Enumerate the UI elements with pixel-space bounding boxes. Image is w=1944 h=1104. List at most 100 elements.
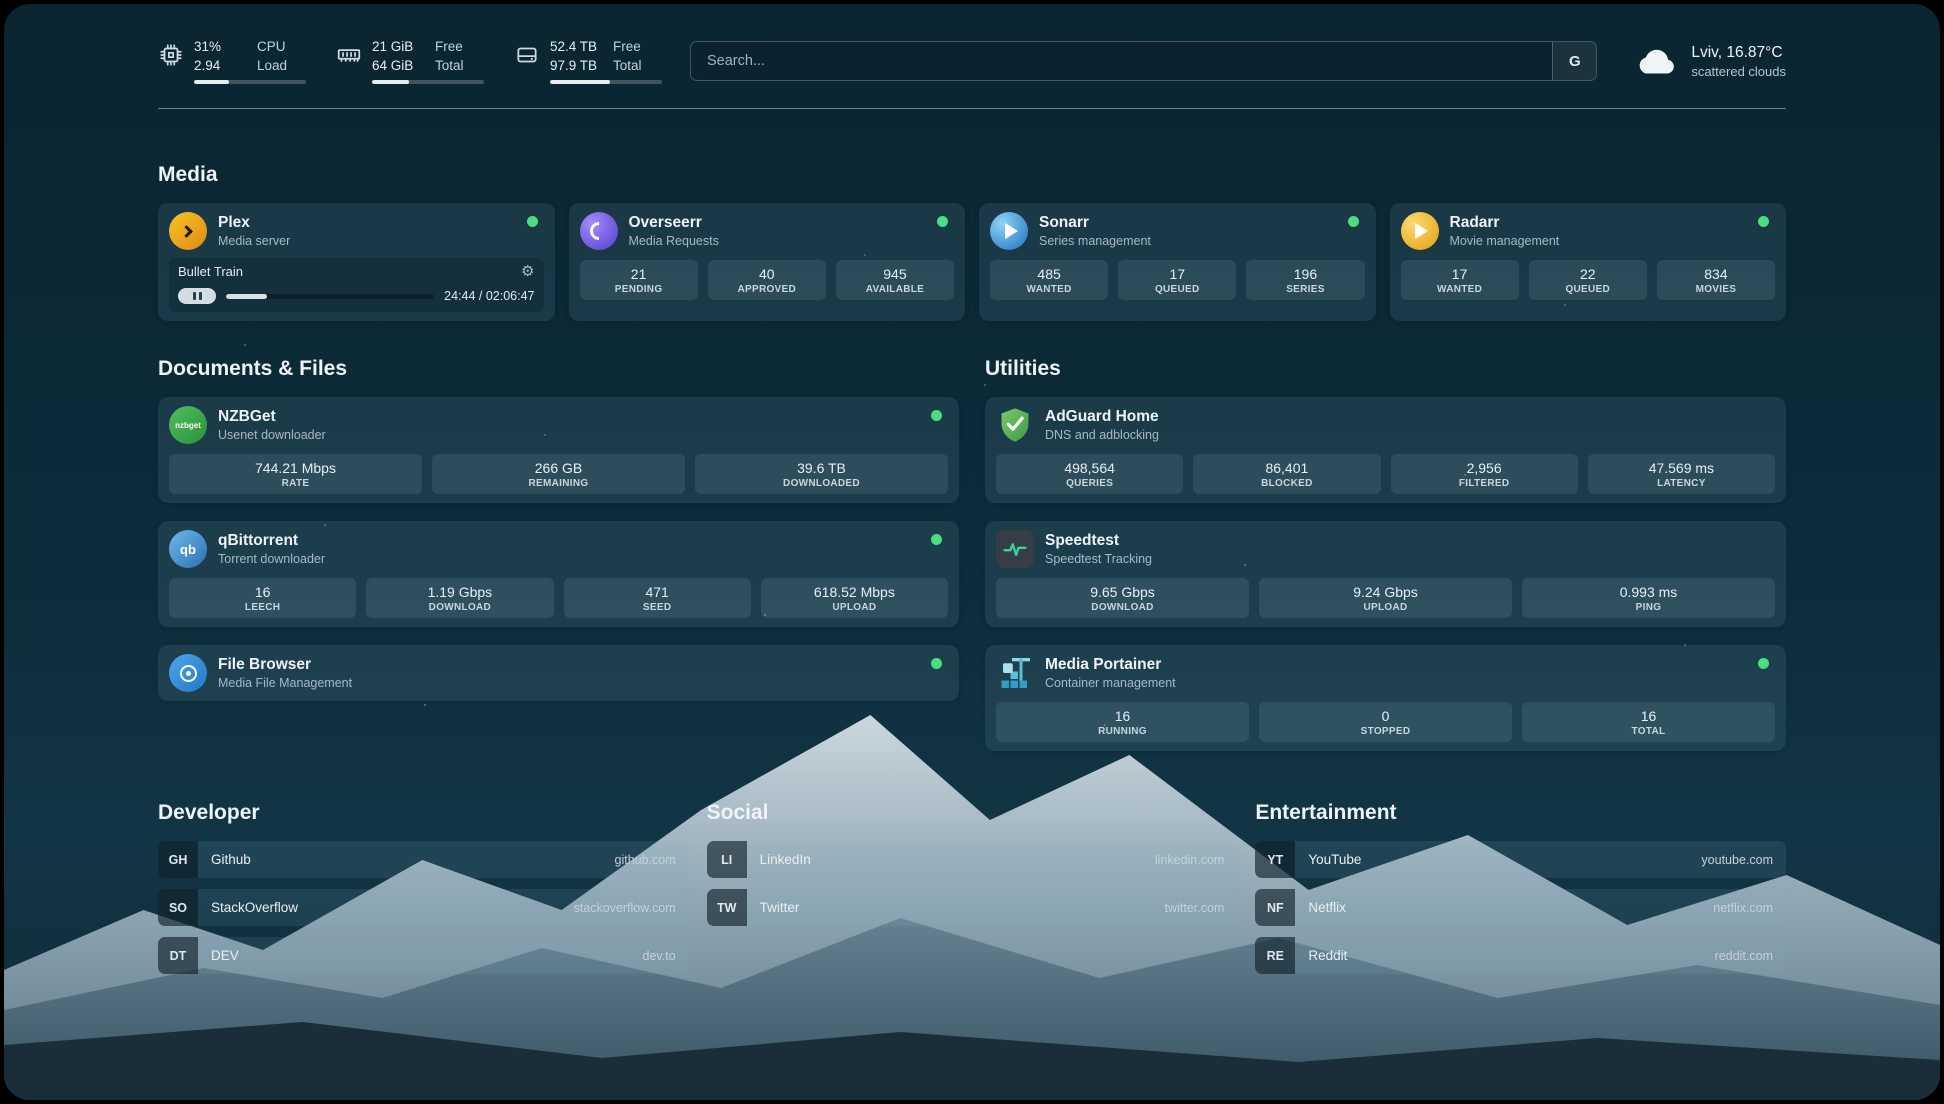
stat-download: 9.65 Gbps DOWNLOAD (996, 578, 1249, 618)
stat-seed: 471 SEED (564, 578, 751, 618)
cpu-progress-fill (194, 80, 229, 84)
service-description: Speedtest Tracking (1045, 551, 1775, 567)
stat-upload: 618.52 Mbps UPLOAD (761, 578, 948, 618)
disk-total-value: 97.9 TB (550, 57, 599, 75)
snow-specks (4, 4, 6, 6)
service-card-plex[interactable]: Plex Media server Bullet Train ⚙ (158, 203, 555, 321)
overseerr-icon (580, 212, 618, 250)
bookmark-github[interactable]: GH Github github.com (158, 841, 689, 878)
bookmark-name: YouTube (1308, 852, 1361, 867)
now-playing-title: Bullet Train (178, 264, 243, 279)
weather-location: Lviv, 16.87°C (1691, 44, 1786, 62)
plex-icon (169, 212, 207, 250)
section-title-entertainment: Entertainment (1255, 801, 1786, 825)
service-card-sonarr[interactable]: Sonarr Series management 485 WANTED 17 Q… (979, 203, 1376, 321)
bookmark-twitter[interactable]: TW Twitter twitter.com (707, 889, 1238, 926)
status-dot-online (931, 658, 942, 669)
section-title-documents: Documents & Files (158, 357, 959, 381)
bookmark-abbr: NF (1255, 889, 1295, 926)
search-input[interactable] (690, 41, 1597, 81)
service-card-filebrowser[interactable]: File Browser Media File Management (158, 645, 959, 701)
bookmark-name: StackOverflow (211, 900, 298, 915)
media-grid: Plex Media server Bullet Train ⚙ (158, 203, 1786, 321)
bookmark-group-developer: Developer GH Github github.com SO StackO… (158, 801, 689, 974)
bookmark-netflix[interactable]: NF Netflix netflix.com (1255, 889, 1786, 926)
disk-progress-track (550, 80, 662, 84)
service-card-nzbget[interactable]: nzbget NZBGet Usenet downloader 744.21 M… (158, 397, 959, 503)
service-card-qbittorrent[interactable]: qb qBittorrent Torrent downloader 16 LEE… (158, 521, 959, 627)
bookmark-abbr: LI (707, 841, 747, 878)
bookmark-youtube[interactable]: YT YouTube youtube.com (1255, 841, 1786, 878)
documents-column: Documents & Files nzbget NZBGet Usenet d… (158, 357, 959, 751)
status-dot-online (1758, 216, 1769, 227)
service-card-overseerr[interactable]: Overseerr Media Requests 21 PENDING 40 A… (569, 203, 966, 321)
bookmark-name: Twitter (760, 900, 800, 915)
stat-total: 16 TOTAL (1522, 702, 1775, 742)
bookmark-stackoverflow[interactable]: SO StackOverflow stackoverflow.com (158, 889, 689, 926)
bookmark-name: Reddit (1308, 948, 1347, 963)
stat-wanted: 485 WANTED (990, 260, 1108, 300)
memory-widget: 21 GiB 64 GiB Free Total (336, 38, 484, 83)
bookmark-reddit[interactable]: RE Reddit reddit.com (1255, 937, 1786, 974)
service-description: Container management (1045, 675, 1747, 691)
disk-free-value: 52.4 TB (550, 38, 599, 56)
adguard-shield-icon (996, 406, 1034, 444)
memory-label-top: Free (435, 38, 484, 56)
cpu-icon (158, 42, 184, 68)
stat-queries: 498,564 QUERIES (996, 454, 1183, 494)
service-name: NZBGet (218, 407, 920, 426)
service-description: Media File Management (218, 675, 920, 691)
top-bar: 31% 2.94 CPU Load (158, 38, 1786, 84)
stat-ping: 0.993 ms PING (1522, 578, 1775, 618)
cpu-label-top: CPU (257, 38, 306, 56)
dashboard-content: 31% 2.94 CPU Load (158, 4, 1786, 1004)
bookmark-url: linkedin.com (1155, 853, 1224, 867)
stat-movies: 834 MOVIES (1657, 260, 1775, 300)
bookmark-linkedin[interactable]: LI LinkedIn linkedin.com (707, 841, 1238, 878)
qbittorrent-icon: qb (169, 530, 207, 568)
service-card-speedtest[interactable]: Speedtest Speedtest Tracking 9.65 Gbps D… (985, 521, 1786, 627)
section-title-utilities: Utilities (985, 357, 1786, 381)
playback-progress-track[interactable] (226, 294, 434, 299)
settings-gear-icon[interactable]: ⚙ (521, 264, 534, 279)
service-card-radarr[interactable]: Radarr Movie management 17 WANTED 22 QUE… (1390, 203, 1787, 321)
bookmark-url: dev.to (643, 949, 676, 963)
nzbget-icon: nzbget (169, 406, 207, 444)
service-name: Radarr (1450, 213, 1748, 232)
search-provider-button[interactable]: G (1552, 42, 1596, 80)
cpu-load-value: 2.94 (194, 57, 243, 75)
weather-widget: Lviv, 16.87°C scattered clouds (1633, 38, 1786, 84)
service-card-portainer[interactable]: Media Portainer Container management 16 … (985, 645, 1786, 751)
stat-running: 16 RUNNING (996, 702, 1249, 742)
service-description: Media server (218, 233, 516, 249)
service-description: Series management (1039, 233, 1337, 249)
stat-rate: 744.21 Mbps RATE (169, 454, 422, 494)
bookmark-url: youtube.com (1701, 853, 1773, 867)
bookmark-url: github.com (615, 853, 676, 867)
service-name: qBittorrent (218, 531, 920, 550)
cpu-label-bottom: Load (257, 57, 306, 75)
bookmark-url: twitter.com (1165, 901, 1225, 915)
stat-wanted: 17 WANTED (1401, 260, 1519, 300)
section-title-developer: Developer (158, 801, 689, 825)
stat-pending: 21 PENDING (580, 260, 698, 300)
stat-leech: 16 LEECH (169, 578, 356, 618)
header-divider (158, 108, 1786, 109)
dashboard-screen: 31% 2.94 CPU Load (4, 4, 1940, 1100)
status-dot-online (937, 216, 948, 227)
bookmark-dev[interactable]: DT DEV dev.to (158, 937, 689, 974)
bookmark-url: stackoverflow.com (574, 901, 676, 915)
stat-approved: 40 APPROVED (708, 260, 826, 300)
stat-remaining: 266 GB REMAINING (432, 454, 685, 494)
service-name: Sonarr (1039, 213, 1337, 232)
service-description: Media Requests (629, 233, 927, 249)
section-title-social: Social (707, 801, 1238, 825)
pause-button[interactable] (178, 288, 216, 304)
status-dot-online (931, 534, 942, 545)
cloud-icon (1633, 38, 1679, 84)
memory-label-bottom: Total (435, 57, 484, 75)
stat-stopped: 0 STOPPED (1259, 702, 1512, 742)
sonarr-icon (990, 212, 1028, 250)
disk-progress-fill (550, 80, 610, 84)
service-card-adguard[interactable]: AdGuard Home DNS and adblocking 498,564 … (985, 397, 1786, 503)
